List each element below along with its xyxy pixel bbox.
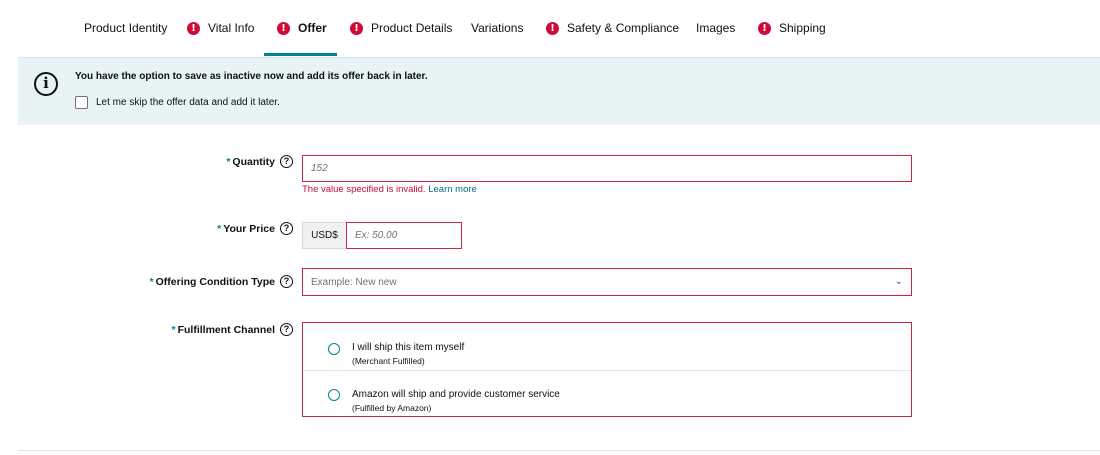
tab-label: Product Identity: [84, 21, 168, 35]
help-icon[interactable]: ?: [280, 323, 293, 336]
tab-label: Product Details: [371, 21, 453, 35]
quantity-label-text: Quantity: [232, 155, 275, 168]
price-placeholder: Ex: 50.00: [355, 230, 398, 241]
tab-label: Safety & Compliance: [567, 21, 680, 35]
price-label: * Your Price ?: [217, 222, 293, 235]
currency-prefix: USD$: [302, 222, 346, 249]
fulfillment-label-text: Fulfillment Channel: [177, 323, 275, 336]
option-subtitle: (Merchant Fulfilled): [352, 356, 425, 366]
quantity-error: The value specified is invalid. Learn mo…: [302, 184, 477, 195]
active-tab-indicator: [264, 53, 337, 56]
fulfillment-option-amazon[interactable]: Amazon will ship and provide customer se…: [303, 370, 911, 417]
tab-label: Offer: [298, 21, 327, 35]
help-icon[interactable]: ?: [280, 155, 293, 168]
condition-label: * Offering Condition Type ?: [150, 275, 293, 288]
condition-placeholder: Example: New new: [311, 276, 397, 288]
banner-title: You have the option to save as inactive …: [75, 71, 428, 82]
alert-icon: !: [277, 21, 290, 35]
quantity-value: 152: [311, 163, 328, 174]
tab-offer[interactable]: ! Offer: [264, 0, 337, 56]
condition-label-text: Offering Condition Type: [155, 275, 275, 288]
required-marker: *: [149, 275, 154, 288]
tab-label: Vital Info: [208, 21, 255, 35]
option-title: Amazon will ship and provide customer se…: [352, 389, 560, 400]
required-marker: *: [226, 155, 231, 168]
option-title: I will ship this item myself: [352, 342, 465, 353]
quantity-input[interactable]: 152: [302, 155, 912, 182]
skip-offer-option[interactable]: Let me skip the offer data and add it la…: [75, 96, 280, 109]
skip-offer-checkbox[interactable]: [75, 96, 88, 109]
required-marker: *: [171, 323, 176, 336]
option-subtitle: (Fulfilled by Amazon): [352, 403, 432, 413]
tab-vital-info[interactable]: ! Vital Info: [187, 0, 254, 56]
condition-select[interactable]: Example: New new ⌄: [302, 268, 912, 296]
quantity-error-text: The value specified is invalid.: [302, 184, 426, 195]
tab-shipping[interactable]: ! Shipping: [758, 0, 826, 56]
fulfillment-option-merchant[interactable]: I will ship this item myself (Merchant F…: [303, 323, 911, 370]
fulfillment-label: * Fulfillment Channel ?: [171, 323, 293, 336]
fulfillment-options: I will ship this item myself (Merchant F…: [302, 322, 912, 417]
skip-offer-label: Let me skip the offer data and add it la…: [96, 97, 280, 108]
tab-product-details[interactable]: ! Product Details: [350, 0, 452, 56]
radio-button[interactable]: [328, 343, 340, 355]
quantity-label: * Quantity ?: [226, 155, 293, 168]
divider: [18, 450, 1100, 451]
learn-more-link[interactable]: Learn more: [428, 184, 477, 195]
info-banner: i You have the option to save as inactiv…: [18, 57, 1100, 125]
help-icon[interactable]: ?: [280, 222, 293, 235]
chevron-down-icon: ⌄: [894, 276, 903, 287]
help-icon[interactable]: ?: [280, 275, 293, 288]
tab-variations[interactable]: Variations: [471, 0, 523, 56]
required-marker: *: [217, 222, 222, 235]
price-input[interactable]: Ex: 50.00: [346, 222, 462, 249]
alert-icon: !: [546, 21, 559, 35]
tab-label: Variations: [471, 21, 524, 35]
tab-label: Images: [696, 21, 736, 35]
tab-safety-compliance[interactable]: ! Safety & Compliance: [546, 0, 679, 56]
tab-bar: Product Identity ! Vital Info ! Offer ! …: [0, 0, 1100, 56]
tab-product-identity[interactable]: Product Identity: [84, 0, 167, 56]
price-label-text: Your Price: [223, 222, 275, 235]
alert-icon: !: [187, 21, 200, 35]
info-icon: i: [34, 72, 58, 96]
tab-label: Shipping: [779, 21, 826, 35]
alert-icon: !: [350, 21, 363, 35]
tab-images[interactable]: Images: [696, 0, 735, 56]
radio-button[interactable]: [328, 389, 340, 401]
alert-icon: !: [758, 21, 771, 35]
